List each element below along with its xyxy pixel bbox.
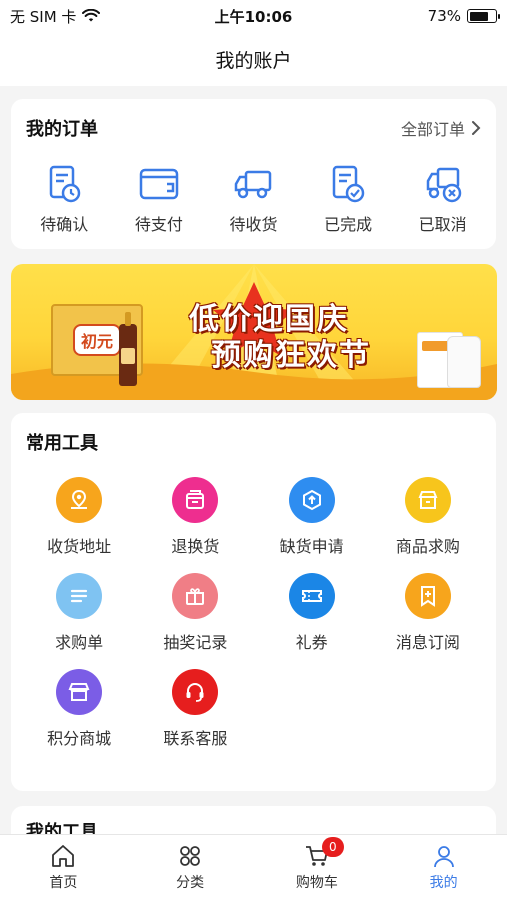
tools-title: 常用工具 [26,433,98,454]
status-right: 73% [427,7,500,25]
pending-confirm-icon [50,165,81,203]
tab-label: 我的 [429,875,458,891]
tool-product-wanted[interactable]: 商品求购 [370,477,486,557]
order-status-pending-payment[interactable]: 待支付 [114,163,204,235]
chevron-right-icon [472,121,481,135]
list-icon [56,573,103,619]
order-status-cancelled[interactable]: 已取消 [398,163,488,235]
tab-category[interactable]: 分类 [145,843,235,892]
cancelled-truck-icon [426,167,461,203]
ticket-icon [288,573,335,619]
all-orders-link[interactable]: 全部订单 [401,116,481,140]
tab-mine[interactable]: 我的 [399,843,489,892]
tool-points-mall[interactable]: 积分商城 [21,669,137,749]
tool-label: 缺货申请 [279,537,344,556]
page-title: 我的账户 [215,49,292,72]
tool-out-of-stock-request[interactable]: 缺货申请 [254,477,370,557]
orders-header: 我的订单 全部订单 [11,99,496,145]
tool-returns[interactable]: 退换货 [137,477,253,557]
tools-grid: 收货地址 退换货 缺货申请 商品求购 求购单 抽奖记录 礼券 消息订阅 积分商城… [11,459,496,749]
promo-banner[interactable]: 初元 低价迎国庆 预购狂欢节 [11,264,497,400]
headset-icon [172,669,219,715]
orders-card: 我的订单 全部订单 待确认 待支付 待收货 已完成 已取消 [11,99,496,249]
battery-icon [467,9,500,23]
tool-shipping-address[interactable]: 收货地址 [21,477,137,557]
banner-vitamin-bottle [447,336,481,388]
banner-subheadline: 预购狂欢节 [211,338,371,373]
tab-cart[interactable]: 0 购物车 [272,837,362,892]
tab-bar: 首页 分类 0 购物车 我的 [0,834,507,900]
tool-customer-service[interactable]: 联系客服 [137,669,253,749]
tab-home[interactable]: 首页 [18,843,108,892]
tool-label: 收货地址 [47,537,112,556]
all-orders-label: 全部订单 [400,120,465,139]
package-upload-icon [288,477,335,523]
order-status-label: 待收货 [229,215,278,234]
carrier-label: 无 SIM 卡 [10,7,77,26]
cart-count-badge: 0 [321,837,344,857]
order-status-label: 已取消 [418,215,467,234]
return-box-icon [172,477,219,523]
tool-label: 联系客服 [163,729,228,748]
tool-message-subscription[interactable]: 消息订阅 [370,573,486,653]
status-left: 无 SIM 卡 [10,6,101,27]
user-icon [433,846,454,868]
shop-icon [404,477,451,523]
tool-lottery-records[interactable]: 抽奖记录 [137,573,253,653]
orders-title: 我的订单 [26,119,98,140]
tools-header: 常用工具 [11,413,496,459]
order-status-row: 待确认 待支付 待收货 已完成 已取消 [11,145,496,235]
order-status-label: 已完成 [324,215,373,234]
wifi-icon [82,9,101,22]
tab-label: 购物车 [295,875,338,891]
tool-label: 消息订阅 [395,633,460,652]
tool-label: 积分商城 [47,729,112,748]
home-icon [52,845,75,867]
tool-purchase-list[interactable]: 求购单 [21,573,137,653]
subscribe-icon [404,573,451,619]
tool-label: 礼券 [295,633,328,652]
order-status-completed[interactable]: 已完成 [303,163,393,235]
completed-doc-icon [332,165,365,203]
tool-coupons[interactable]: 礼券 [254,573,370,653]
status-bar: 无 SIM 卡 上午10:06 73% [0,0,507,32]
battery-percent: 73% [427,7,461,25]
order-status-pending-receipt[interactable]: 待收货 [208,163,298,235]
tool-label: 求购单 [55,633,104,652]
battery-fill [469,11,488,21]
tool-label: 商品求购 [395,537,460,556]
gift-icon [172,573,219,619]
truck-icon [235,170,272,199]
tool-label: 退换货 [171,537,220,556]
tab-label: 分类 [176,875,205,891]
wallet-icon [139,168,179,200]
location-icon [56,477,103,523]
common-tools-card: 常用工具 收货地址 退换货 缺货申请 商品求购 求购单 抽奖记录 礼券 消息订阅… [11,413,496,791]
tab-label: 首页 [49,875,78,891]
banner-product-bottle [119,312,137,386]
store-icon [56,669,103,715]
order-status-label: 待确认 [40,215,89,234]
banner-product-logo: 初元 [72,324,121,356]
nav-bar: 我的账户 [0,32,507,86]
grid-icon [180,846,201,866]
order-status-label: 待支付 [134,215,183,234]
order-status-pending-confirm[interactable]: 待确认 [19,163,109,235]
tool-label: 抽奖记录 [163,633,228,652]
